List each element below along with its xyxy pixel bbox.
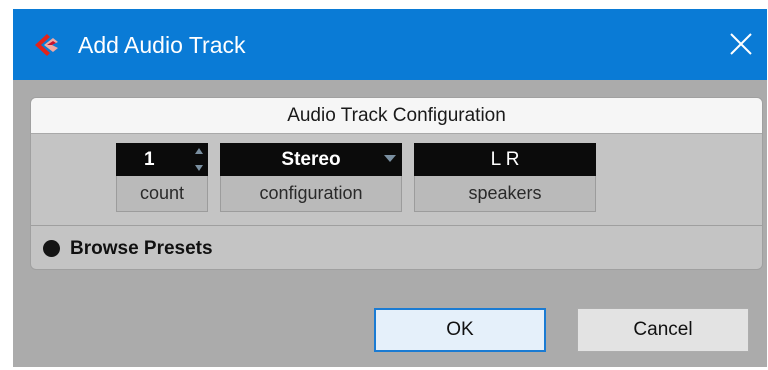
speakers-label: speakers (414, 176, 596, 212)
count-value-box[interactable]: 1 (116, 143, 208, 176)
configuration-header: Audio Track Configuration (31, 98, 762, 134)
browse-presets-label: Browse Presets (70, 238, 213, 259)
ok-button[interactable]: OK (374, 308, 546, 352)
dropdown-arrow-icon (384, 155, 396, 162)
browse-presets-dot-icon (43, 240, 60, 257)
configuration-value: Stereo (281, 149, 341, 170)
count-value: 1 (144, 149, 155, 170)
title-bar: Add Audio Track (13, 9, 767, 80)
browse-presets-toggle[interactable]: Browse Presets (31, 226, 762, 269)
audio-track-configuration-panel: Audio Track Configuration 1 count Stereo… (30, 97, 763, 270)
close-icon[interactable] (728, 31, 754, 57)
configuration-field: Stereo configuration (220, 143, 402, 212)
speakers-field: L R speakers (414, 143, 596, 212)
configuration-dropdown[interactable]: Stereo (220, 143, 402, 176)
stepper-arrows-icon[interactable] (194, 146, 204, 173)
speakers-value-box: L R (414, 143, 596, 176)
speakers-value: L R (490, 149, 520, 170)
window-title: Add Audio Track (78, 32, 246, 58)
count-field: 1 count (116, 143, 208, 212)
configuration-label: configuration (220, 176, 402, 212)
add-audio-track-dialog: Add Audio Track Audio Track Configuratio… (13, 9, 767, 367)
count-label: count (116, 176, 208, 212)
cancel-button[interactable]: Cancel (577, 308, 749, 352)
cubase-logo-icon (35, 34, 58, 56)
